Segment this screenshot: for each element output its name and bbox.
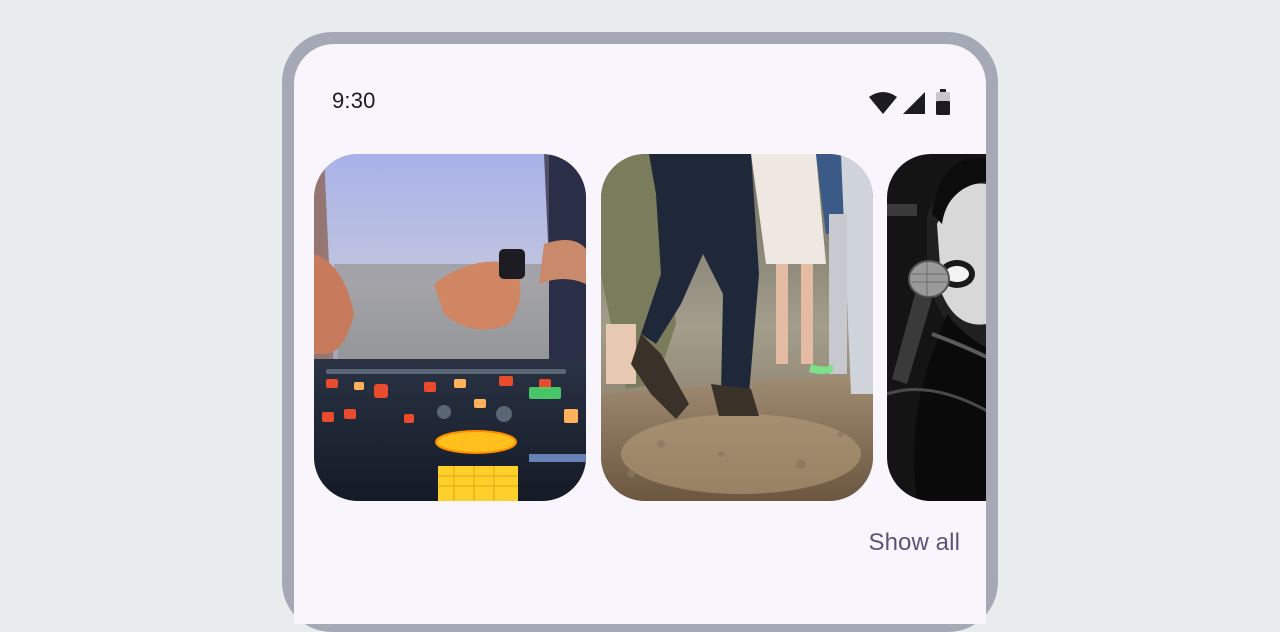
carousel-item-dancing-crowd[interactable]	[601, 154, 873, 501]
phone-screen: 9:30 Show all	[294, 44, 986, 624]
singer-image	[887, 154, 986, 501]
status-bar: 9:30	[294, 44, 986, 154]
cellular-signal-icon	[902, 91, 926, 115]
battery-icon	[936, 89, 950, 115]
wifi-icon	[868, 91, 898, 115]
carousel-item-singer[interactable]	[887, 154, 986, 501]
status-icons	[868, 89, 950, 115]
carousel-item-dj-mixer[interactable]	[314, 154, 586, 501]
dancing-crowd-image	[601, 154, 873, 501]
show-all-button[interactable]: Show all	[868, 529, 960, 557]
device-frame: 9:30 Show all	[282, 32, 998, 632]
image-carousel[interactable]	[314, 154, 986, 504]
dj-mixer-image	[314, 154, 586, 501]
status-time: 9:30	[332, 88, 376, 113]
